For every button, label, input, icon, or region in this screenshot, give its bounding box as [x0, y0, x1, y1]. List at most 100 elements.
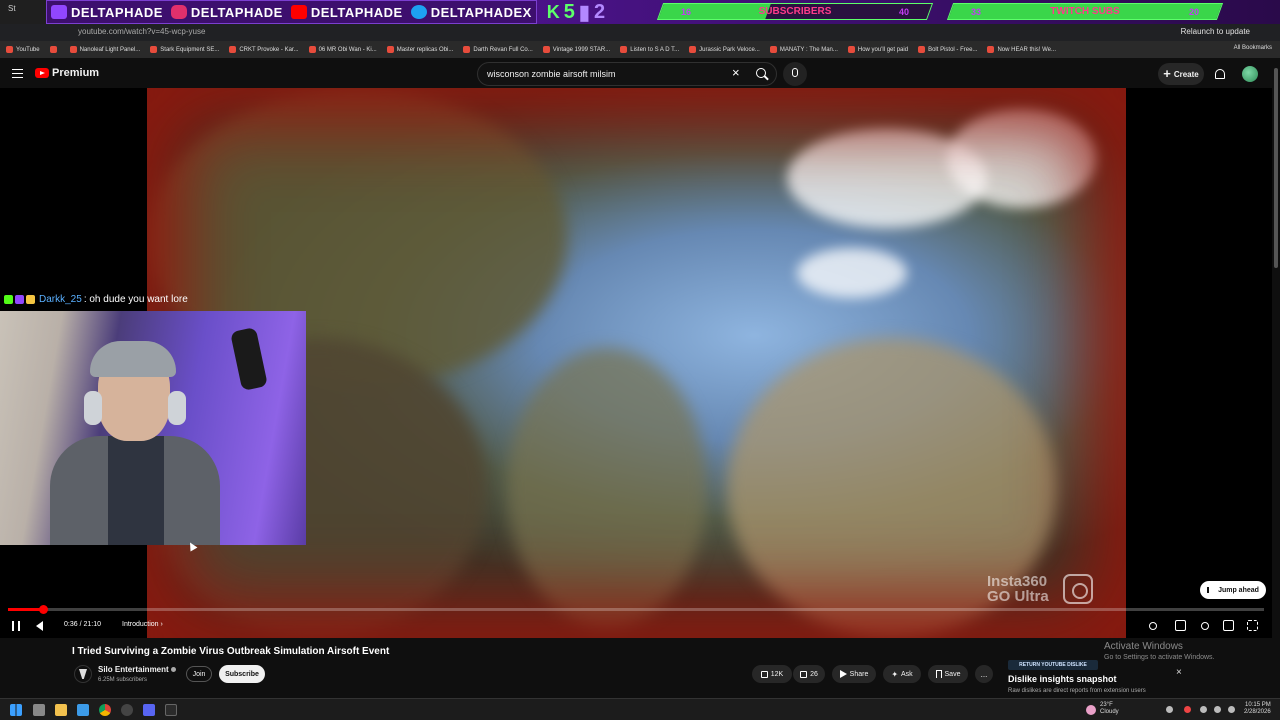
twitter-icon: [410, 5, 427, 19]
windows-start-icon[interactable]: [10, 704, 22, 716]
weather-widget[interactable]: 23°F Cloudy: [1100, 702, 1119, 716]
browser-address-bar[interactable]: youtube.com/watch?v=45-wcp-yuse Relaunch…: [0, 24, 1280, 41]
bookmark-item[interactable]: Master replicas Obi...: [386, 46, 453, 53]
create-button[interactable]: + Create: [1158, 63, 1204, 85]
autoplay-icon[interactable]: [1149, 622, 1157, 630]
thumbs-down-icon: [800, 670, 808, 678]
goal-current: 33: [971, 6, 982, 17]
menu-icon[interactable]: [12, 69, 23, 78]
bookmark-favicon-icon: [308, 46, 316, 53]
vscode-icon[interactable]: [77, 704, 89, 716]
camera-icon: [1063, 574, 1093, 604]
voice-search-button[interactable]: [783, 62, 807, 86]
chevron-up-icon[interactable]: [1166, 706, 1173, 713]
create-label: Create: [1173, 69, 1199, 79]
bookmark-item[interactable]: Jurassic Park Veloce...: [689, 46, 760, 53]
fullscreen-icon[interactable]: [1247, 620, 1258, 631]
bookmark-favicon-icon: [689, 46, 697, 53]
bookmark-item[interactable]: Nanoleaf Light Panel...: [69, 46, 140, 53]
url-text[interactable]: youtube.com/watch?v=45-wcp-yuse: [78, 27, 205, 36]
discord-icon[interactable]: [143, 704, 155, 716]
bookmark-item[interactable]: [49, 46, 60, 53]
close-icon[interactable]: ×: [1176, 667, 1182, 678]
scrollbar-thumb[interactable]: [1274, 68, 1278, 268]
relaunch-button[interactable]: Relaunch to update: [1181, 27, 1250, 36]
close-icon[interactable]: ×: [732, 66, 740, 79]
subscribe-button[interactable]: Subscribe: [219, 665, 265, 683]
bookmark-item[interactable]: Darth Revan Full Co...: [463, 46, 533, 53]
theater-icon[interactable]: [1223, 620, 1234, 631]
bookmark-item[interactable]: Now HEAR this! We...: [987, 46, 1056, 53]
bookmark-label: CRKT Provoke - Kar...: [239, 46, 299, 53]
page-scrollbar[interactable]: [1272, 58, 1280, 698]
progress-bar[interactable]: [8, 605, 1264, 614]
save-button[interactable]: Save: [928, 665, 968, 683]
clock-date: 2/28/2026: [1244, 709, 1271, 715]
time-display: 0:36 / 21:10: [64, 621, 101, 628]
ask-button[interactable]: ✦ Ask: [883, 665, 921, 683]
twitch-subs-goal-bar: 33 TWITCH SUBS 20: [946, 3, 1224, 20]
webcam-overlay: [0, 311, 306, 545]
jump-ahead-button[interactable]: Jump ahead: [1200, 581, 1266, 599]
network-icon[interactable]: [1184, 706, 1191, 713]
bookmark-label: Stark Equipment SE...: [160, 46, 220, 53]
chat-text: : oh dude you want lore: [83, 294, 188, 305]
player-controls: 0:36 / 21:10 Introduction ›: [0, 615, 1272, 637]
scrubber-handle[interactable]: [39, 605, 49, 614]
obs-icon[interactable]: [121, 704, 133, 716]
speaker-icon[interactable]: [1228, 706, 1235, 713]
browser-tab-stub[interactable]: St: [0, 0, 46, 24]
bookmark-favicon-icon: [69, 46, 77, 53]
volume-icon[interactable]: [36, 621, 43, 631]
subscriber-badge-icon: [15, 295, 24, 304]
bookmark-item[interactable]: MANATY : The Man...: [769, 46, 838, 53]
bookmark-favicon-icon: [150, 46, 158, 53]
like-button[interactable]: 12K: [752, 665, 792, 683]
bookmark-item[interactable]: Vintage 1999 STAR...: [542, 46, 610, 53]
channel-name-text[interactable]: Silo Entertainment: [98, 665, 169, 674]
search-icon[interactable]: [756, 68, 766, 78]
bookmark-item[interactable]: How you'll get paid: [847, 46, 908, 53]
bookmark-item[interactable]: 06 MR Obi Wan - Ki...: [308, 46, 377, 53]
activate-line2: Go to Settings to activate Windows.: [1104, 654, 1215, 661]
windows-taskbar: 23°F Cloudy 10:15 PM 2/28/2026: [0, 698, 1280, 720]
subscriber-count: 6.25M subscribers: [98, 677, 148, 683]
task-view-icon[interactable]: [33, 704, 45, 716]
tray-app-icon[interactable]: [1200, 706, 1207, 713]
channel-avatar[interactable]: [74, 665, 92, 683]
youtube-icon: [290, 5, 307, 19]
weather-desc: Cloudy: [1100, 709, 1119, 715]
streamer: [50, 341, 220, 545]
youtube-logo[interactable]: Premium: [35, 67, 99, 79]
pause-icon[interactable]: [12, 621, 20, 631]
bookmark-item[interactable]: Stark Equipment SE...: [150, 46, 219, 53]
share-button[interactable]: Share: [832, 665, 876, 683]
bookmark-item[interactable]: Bolt Pistol - Free...: [918, 46, 977, 53]
bell-icon[interactable]: [1215, 69, 1225, 79]
jump-ahead-label: Jump ahead: [1218, 586, 1259, 594]
goal-target: 40: [898, 6, 909, 17]
more-actions-button[interactable]: ...: [975, 665, 993, 683]
bookmark-icon: [935, 670, 942, 678]
join-button[interactable]: Join: [186, 666, 212, 682]
clock[interactable]: 10:15 PM 2/28/2026: [1244, 702, 1271, 716]
bookmark-favicon-icon: [987, 46, 995, 53]
all-bookmarks-button[interactable]: All Bookmarks: [1234, 45, 1272, 51]
bookmark-item[interactable]: CRKT Provoke - Kar...: [229, 46, 299, 53]
wifi-icon[interactable]: [1214, 706, 1221, 713]
app-icon[interactable]: [165, 704, 177, 716]
share-label: Share: [849, 670, 869, 678]
bookmark-item[interactable]: Listen to S A D T...: [620, 46, 679, 53]
captions-icon[interactable]: [1175, 620, 1186, 631]
bookmark-item[interactable]: YouTube: [6, 46, 40, 53]
settings-icon[interactable]: [1201, 622, 1209, 630]
chrome-icon[interactable]: [99, 704, 111, 716]
dislike-button[interactable]: 26: [793, 665, 825, 683]
save-label: Save: [944, 670, 961, 678]
chat-message: Darkk_25 : oh dude you want lore: [4, 294, 188, 305]
video-player[interactable]: Insta360 GO Ultra Darkk_25 : oh dude you…: [0, 88, 1272, 638]
avatar[interactable]: [1242, 66, 1258, 82]
chapter-button[interactable]: Introduction ›: [122, 621, 163, 628]
file-explorer-icon[interactable]: [55, 704, 67, 716]
channel-name[interactable]: Silo Entertainment: [98, 665, 176, 674]
